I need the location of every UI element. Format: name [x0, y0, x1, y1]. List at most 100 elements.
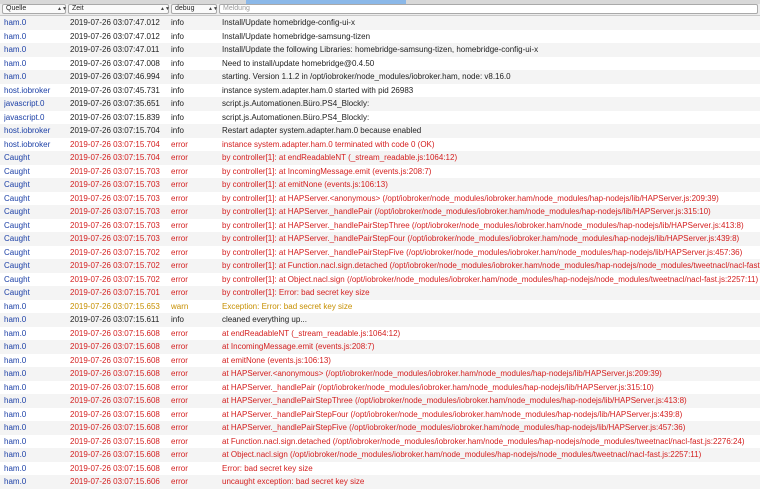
time-filter-select[interactable]: Zeit ▲▼ — [68, 4, 170, 14]
log-row: ham.0 2019-07-26 03:07:47.008 info Need to … — [0, 56, 760, 70]
log-time: 2019-07-26 03:07:15.703 — [70, 207, 160, 216]
log-row: ham.0 2019-07-26 03:07:15.608 error at HAPS… — [0, 407, 760, 421]
log-source: ham.0 — [4, 396, 27, 405]
log-time: 2019-07-26 03:07:47.012 — [70, 31, 160, 41]
log-severity: error — [171, 180, 188, 189]
log-time: 2019-07-26 03:07:15.702 — [70, 274, 160, 284]
log-row: Caught 2019-07-26 03:07:15.703 error by con… — [0, 191, 760, 205]
log-source: host.iobroker — [4, 85, 51, 95]
log-severity: info — [171, 315, 184, 324]
log-time: 2019-07-26 03:07:15.608 — [70, 436, 160, 446]
log-message: by controller[1]: at HAPServer._handlePa… — [222, 220, 744, 230]
log-source: ham.0 — [4, 58, 27, 68]
log-severity: error — [171, 450, 188, 459]
log-source: host.iobroker — [4, 126, 51, 135]
log-source: ham.0 — [4, 342, 27, 351]
log-row: javascript.0 2019-07-26 03:07:35.651 info s… — [0, 97, 760, 111]
log-time: 2019-07-26 03:07:47.011 — [70, 45, 160, 54]
log-message: by controller[1]: Error: bad secret key … — [222, 288, 370, 297]
log-message: at HAPServer.<anonymous> (/opt/iobroker/… — [222, 369, 662, 378]
log-row: Caught 2019-07-26 03:07:15.702 error by con… — [0, 259, 760, 273]
log-time: 2019-07-26 03:07:15.653 — [70, 301, 160, 311]
message-filter-input[interactable]: Meldung — [219, 4, 758, 14]
log-source: ham.0 — [4, 477, 27, 486]
log-source: Caught — [4, 166, 30, 176]
log-time: 2019-07-26 03:07:15.703 — [70, 166, 160, 176]
log-severity: error — [171, 139, 188, 149]
chevron-down-icon: ▲▼ — [57, 6, 67, 12]
chevron-down-icon: ▲▼ — [208, 6, 218, 12]
log-severity: error — [171, 166, 188, 176]
log-severity: error — [171, 342, 188, 351]
log-time: 2019-07-26 03:07:15.606 — [70, 477, 160, 486]
log-message: at Function.nacl.sign.detached (/opt/iob… — [222, 436, 745, 446]
log-time: 2019-07-26 03:07:15.703 — [70, 193, 160, 203]
log-source: Caught — [4, 220, 30, 230]
log-time: 2019-07-26 03:07:15.702 — [70, 247, 160, 257]
log-source: Caught — [4, 288, 30, 297]
log-source: Caught — [4, 153, 30, 162]
log-message: at Object.nacl.sign (/opt/iobroker/node_… — [222, 450, 702, 459]
log-row: Caught 2019-07-26 03:07:15.701 error by con… — [0, 286, 760, 300]
log-source: javascript.0 — [4, 112, 45, 122]
log-message: Exception: Error: bad secret key size — [222, 301, 353, 311]
log-row: Caught 2019-07-26 03:07:15.703 error by con… — [0, 178, 760, 192]
log-time: 2019-07-26 03:07:35.651 — [70, 99, 160, 108]
log-source: Caught — [4, 247, 30, 257]
log-severity: info — [171, 31, 184, 41]
log-source: ham.0 — [4, 45, 27, 54]
log-message: by controller[1]: at HAPServer._handlePa… — [222, 247, 743, 257]
log-time: 2019-07-26 03:07:15.608 — [70, 463, 160, 473]
log-time: 2019-07-26 03:07:15.703 — [70, 220, 160, 230]
log-source: ham.0 — [4, 31, 27, 41]
log-message: Install/Update homebridge-samsung-tizen — [222, 31, 371, 41]
log-time: 2019-07-26 03:07:15.701 — [70, 288, 160, 297]
log-time: 2019-07-26 03:07:15.611 — [70, 315, 160, 324]
log-severity: error — [171, 409, 188, 419]
log-time: 2019-07-26 03:07:47.008 — [70, 58, 160, 68]
log-severity: error — [171, 234, 188, 243]
log-severity: info — [171, 72, 184, 81]
log-row: ham.0 2019-07-26 03:07:15.608 error Error: … — [0, 461, 760, 475]
severity-filter-select[interactable]: debug ▲▼ — [171, 4, 218, 14]
log-message: instance system.adapter.ham.0 terminated… — [222, 139, 435, 149]
log-row: ham.0 2019-07-26 03:07:15.608 error at HAPS… — [0, 421, 760, 435]
log-severity: error — [171, 288, 188, 297]
time-filter-label: Zeit — [72, 5, 84, 12]
log-row: ham.0 2019-07-26 03:07:15.611 info cleaned … — [0, 313, 760, 327]
log-row: ham.0 2019-07-26 03:07:15.608 error at endR… — [0, 326, 760, 340]
log-severity: error — [171, 207, 188, 216]
log-source: ham.0 — [4, 328, 27, 338]
log-row: ham.0 2019-07-26 03:07:46.994 info starting… — [0, 70, 760, 84]
log-time: 2019-07-26 03:07:15.608 — [70, 355, 160, 365]
log-source: ham.0 — [4, 382, 27, 392]
log-source: Caught — [4, 274, 30, 284]
log-source: ham.0 — [4, 301, 27, 311]
log-row: ham.0 2019-07-26 03:07:15.606 error uncaugh… — [0, 475, 760, 489]
log-filter-bar: Quelle ▲▼ Zeit ▲▼ debug ▲▼ Meldung — [0, 4, 760, 16]
log-severity: error — [171, 355, 188, 365]
log-time: 2019-07-26 03:07:15.839 — [70, 112, 160, 122]
log-message: at HAPServer._handlePairStepFour (/opt/i… — [222, 409, 683, 419]
log-message: Restart adapter system.adapter.ham.0 bec… — [222, 126, 422, 135]
log-row: ham.0 2019-07-26 03:07:47.012 info Install/… — [0, 16, 760, 30]
log-message: cleaned everything up... — [222, 315, 307, 324]
log-severity: info — [171, 126, 184, 135]
log-message: by controller[1]: at HAPServer._handlePa… — [222, 207, 711, 216]
log-severity: error — [171, 396, 188, 405]
log-source: ham.0 — [4, 450, 27, 459]
log-row: ham.0 2019-07-26 03:07:15.608 error at Obje… — [0, 448, 760, 462]
log-row: host.iobroker 2019-07-26 03:07:15.704 info… — [0, 124, 760, 138]
log-time: 2019-07-26 03:07:15.608 — [70, 342, 160, 351]
log-source: Caught — [4, 193, 30, 203]
source-filter-select[interactable]: Quelle ▲▼ — [2, 4, 67, 14]
log-message: script.js.Automationen.Büro.PS4_Blockly: — [222, 112, 370, 122]
log-message: at endReadableNT (_stream_readable.js:10… — [222, 328, 401, 338]
log-severity: error — [171, 477, 188, 486]
log-row: Caught 2019-07-26 03:07:15.702 error by con… — [0, 245, 760, 259]
log-message: at HAPServer._handlePairStepThree (/opt/… — [222, 396, 687, 405]
log-severity: error — [171, 220, 188, 230]
log-row: ham.0 2019-07-26 03:07:15.608 error at Inco… — [0, 340, 760, 354]
log-message: Need to install/update homebridge@0.4.50 — [222, 58, 375, 68]
log-source: Caught — [4, 261, 30, 270]
